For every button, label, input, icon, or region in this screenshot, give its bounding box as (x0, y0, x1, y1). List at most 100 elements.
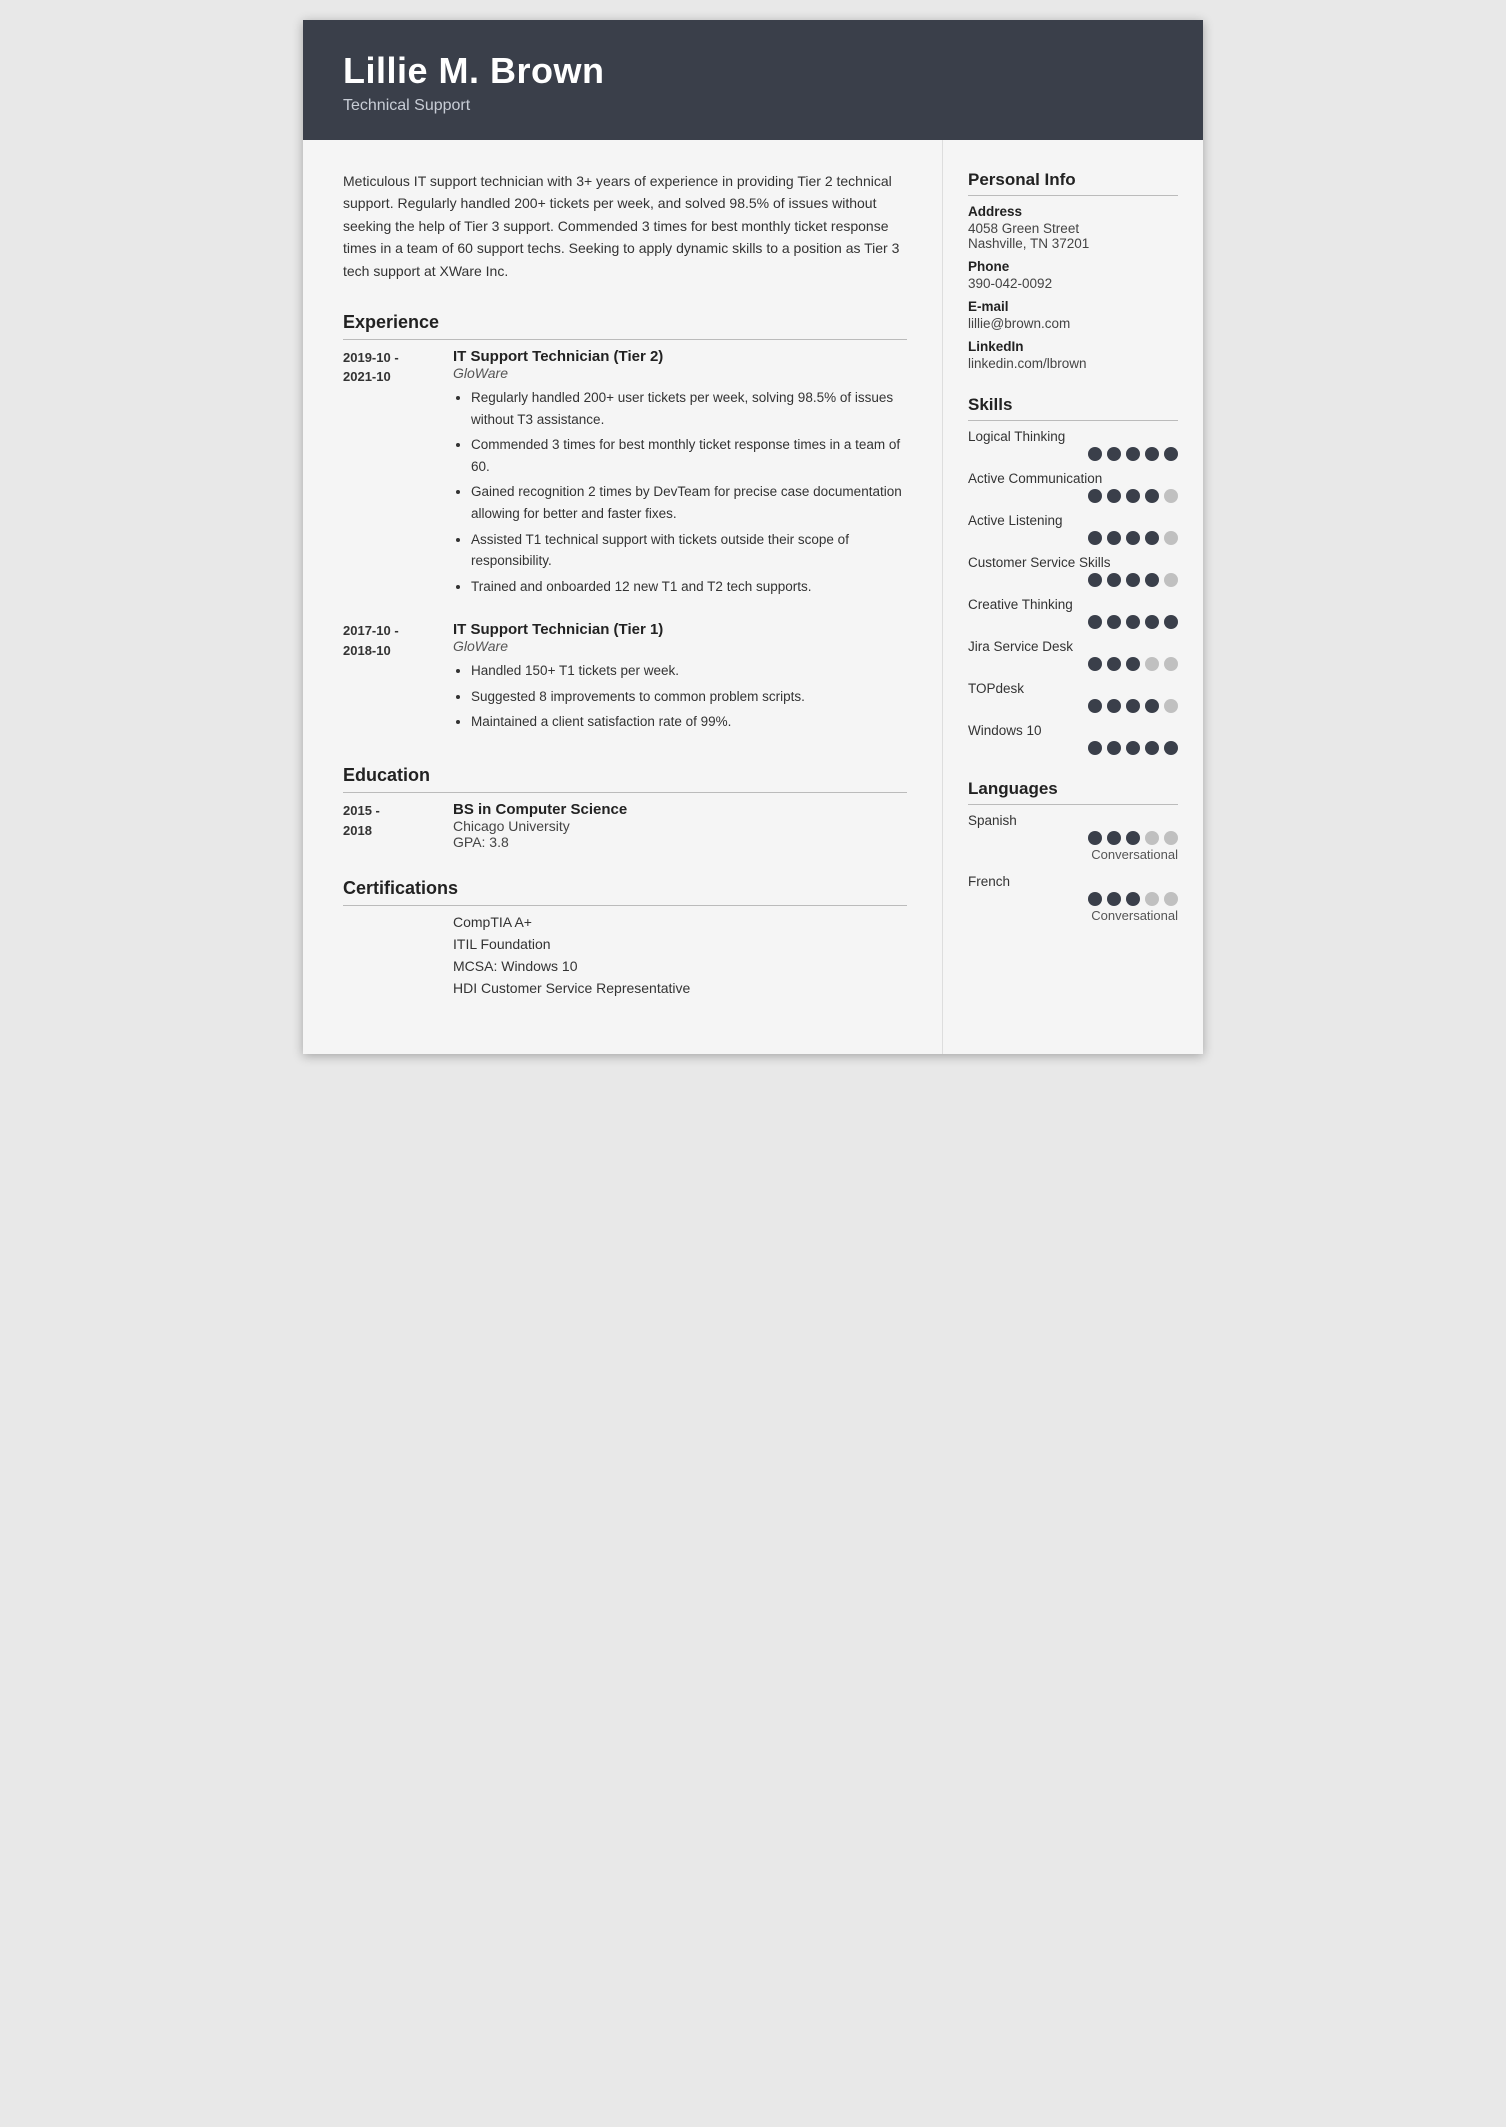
skill-name: TOPdesk (968, 681, 1178, 696)
cert-name: MCSA: Windows 10 (453, 958, 577, 974)
skill-dots (968, 489, 1178, 503)
education-list: 2015 -2018 BS in Computer Science Chicag… (343, 801, 907, 850)
experience-item: 2017-10 -2018-10 IT Support Technician (… (343, 621, 907, 737)
filled-dot (1088, 573, 1102, 587)
empty-dot (1164, 531, 1178, 545)
edu-details: BS in Computer Science Chicago Universit… (453, 801, 907, 850)
experience-title: Experience (343, 312, 907, 340)
skill-name: Active Listening (968, 513, 1178, 528)
certification-item: CompTIA A+ (343, 914, 907, 930)
linkedin-value: linkedin.com/lbrown (968, 356, 1178, 371)
email-value: lillie@brown.com (968, 316, 1178, 331)
skills-list: Logical Thinking Active Communication Ac… (968, 429, 1178, 755)
skill-name: Windows 10 (968, 723, 1178, 738)
exp-job-title: IT Support Technician (Tier 2) (453, 348, 907, 365)
filled-dot (1126, 573, 1140, 587)
skill-dots (968, 573, 1178, 587)
lang-level: Conversational (968, 847, 1178, 862)
filled-dot (1107, 531, 1121, 545)
certifications-section: Certifications CompTIA A+ ITIL Foundatio… (343, 878, 907, 996)
filled-dot (1107, 892, 1121, 906)
summary-text: Meticulous IT support technician with 3+… (343, 170, 907, 282)
lang-name: French (968, 874, 1178, 889)
filled-dot (1088, 447, 1102, 461)
filled-dot (1088, 699, 1102, 713)
exp-details: IT Support Technician (Tier 2) GloWare R… (453, 348, 907, 601)
empty-dot (1164, 831, 1178, 845)
filled-dot (1126, 741, 1140, 755)
filled-dot (1107, 831, 1121, 845)
exp-bullet: Suggested 8 improvements to common probl… (471, 686, 907, 708)
exp-bullet: Maintained a client satisfaction rate of… (471, 711, 907, 733)
resume-wrapper: Lillie M. Brown Technical Support Meticu… (303, 20, 1203, 1054)
edu-date: 2015 -2018 (343, 801, 453, 850)
filled-dot (1145, 699, 1159, 713)
exp-bullet: Trained and onboarded 12 new T1 and T2 t… (471, 576, 907, 598)
skill-dots (968, 531, 1178, 545)
exp-job-title: IT Support Technician (Tier 1) (453, 621, 907, 638)
lang-name: Spanish (968, 813, 1178, 828)
side-column: Personal Info Address 4058 Green Street … (943, 140, 1203, 1054)
skill-item: Logical Thinking (968, 429, 1178, 461)
language-item: Spanish Conversational (968, 813, 1178, 862)
filled-dot (1107, 699, 1121, 713)
cert-name: CompTIA A+ (453, 914, 532, 930)
empty-dot (1145, 831, 1159, 845)
filled-dot (1088, 531, 1102, 545)
exp-bullets: Handled 150+ T1 tickets per week. Suggest… (453, 660, 907, 733)
phone-value: 390-042-0092 (968, 276, 1178, 291)
cert-spacer (343, 958, 453, 974)
experience-section: Experience 2019-10 -2021-10 IT Support T… (343, 312, 907, 737)
skill-dots (968, 657, 1178, 671)
edu-school: Chicago University (453, 818, 907, 834)
empty-dot (1145, 892, 1159, 906)
skills-section: Skills Logical Thinking Active Communica… (968, 395, 1178, 755)
address-label: Address (968, 204, 1178, 219)
exp-company: GloWare (453, 638, 907, 654)
filled-dot (1107, 615, 1121, 629)
filled-dot (1126, 615, 1140, 629)
exp-bullet: Commended 3 times for best monthly ticke… (471, 434, 907, 477)
filled-dot (1088, 657, 1102, 671)
address-line2: Nashville, TN 37201 (968, 236, 1178, 251)
lang-level: Conversational (968, 908, 1178, 923)
certification-item: ITIL Foundation (343, 936, 907, 952)
skill-item: Jira Service Desk (968, 639, 1178, 671)
exp-date: 2019-10 -2021-10 (343, 348, 453, 601)
personal-info-title: Personal Info (968, 170, 1178, 196)
exp-bullets: Regularly handled 200+ user tickets per … (453, 387, 907, 597)
filled-dot (1126, 447, 1140, 461)
exp-bullet: Assisted T1 technical support with ticke… (471, 529, 907, 572)
lang-dots (968, 831, 1178, 845)
filled-dot (1126, 831, 1140, 845)
exp-details: IT Support Technician (Tier 1) GloWare H… (453, 621, 907, 737)
languages-list: Spanish Conversational French Conversati… (968, 813, 1178, 923)
filled-dot (1126, 699, 1140, 713)
empty-dot (1164, 573, 1178, 587)
edu-degree: BS in Computer Science (453, 801, 907, 818)
skill-item: Active Listening (968, 513, 1178, 545)
skill-item: TOPdesk (968, 681, 1178, 713)
exp-bullet: Handled 150+ T1 tickets per week. (471, 660, 907, 682)
header-name: Lillie M. Brown (343, 50, 1163, 92)
certification-item: HDI Customer Service Representative (343, 980, 907, 996)
exp-date: 2017-10 -2018-10 (343, 621, 453, 737)
experience-list: 2019-10 -2021-10 IT Support Technician (… (343, 348, 907, 737)
cert-name: ITIL Foundation (453, 936, 551, 952)
education-item: 2015 -2018 BS in Computer Science Chicag… (343, 801, 907, 850)
filled-dot (1107, 741, 1121, 755)
certifications-title: Certifications (343, 878, 907, 906)
filled-dot (1107, 573, 1121, 587)
cert-spacer (343, 914, 453, 930)
filled-dot (1088, 892, 1102, 906)
certification-item: MCSA: Windows 10 (343, 958, 907, 974)
empty-dot (1164, 489, 1178, 503)
empty-dot (1164, 699, 1178, 713)
address-line1: 4058 Green Street (968, 221, 1178, 236)
empty-dot (1164, 892, 1178, 906)
skill-dots (968, 447, 1178, 461)
personal-info-section: Personal Info Address 4058 Green Street … (968, 170, 1178, 371)
phone-label: Phone (968, 259, 1178, 274)
filled-dot (1126, 657, 1140, 671)
cert-name: HDI Customer Service Representative (453, 980, 690, 996)
